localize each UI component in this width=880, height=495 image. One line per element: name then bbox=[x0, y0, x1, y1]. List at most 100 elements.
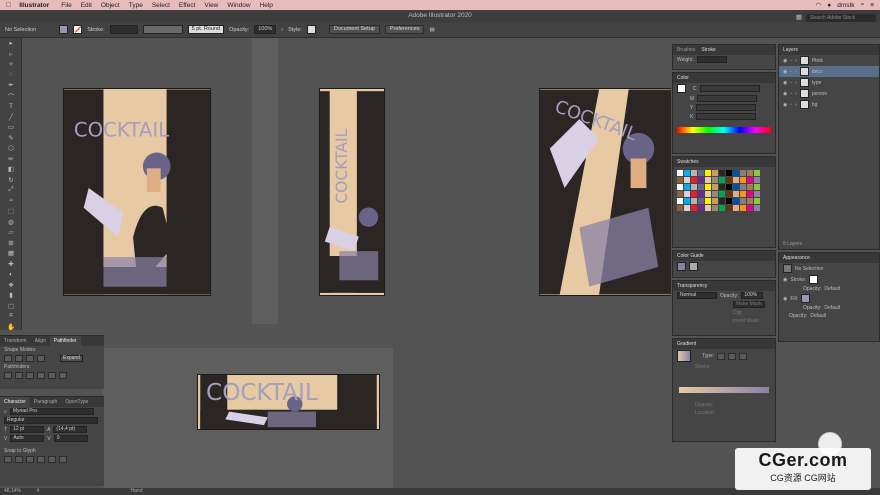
swatch[interactable] bbox=[691, 205, 697, 211]
swatch[interactable] bbox=[698, 205, 704, 211]
zoom-level[interactable]: 48,14% bbox=[4, 488, 21, 494]
guide-base-swatch[interactable] bbox=[677, 262, 686, 271]
eye-icon[interactable]: ◉ bbox=[783, 58, 787, 64]
swatch[interactable] bbox=[712, 184, 718, 190]
stock-search-input[interactable]: Search Adobe Stock bbox=[806, 14, 876, 22]
swatch[interactable] bbox=[677, 177, 683, 183]
swatch[interactable] bbox=[719, 177, 725, 183]
stroke-swatch[interactable] bbox=[73, 25, 83, 34]
tab-character[interactable]: Character bbox=[0, 397, 30, 407]
layer-row[interactable]: ◉ ▫ › type bbox=[779, 77, 879, 88]
rectangle-tool-icon[interactable]: ▭ bbox=[0, 122, 22, 133]
menu-file[interactable]: File bbox=[61, 2, 71, 9]
swatch[interactable] bbox=[733, 184, 739, 190]
graph-tool-icon[interactable]: ▮ bbox=[0, 290, 22, 301]
opacity-field[interactable]: 100% bbox=[254, 25, 277, 34]
layer-name[interactable]: type bbox=[812, 80, 821, 86]
apple-icon[interactable]:  bbox=[6, 2, 11, 9]
preferences-button[interactable]: Preferences bbox=[384, 25, 425, 34]
swatch[interactable] bbox=[726, 177, 732, 183]
font-style-field[interactable]: Regular bbox=[4, 417, 98, 424]
swatch[interactable] bbox=[691, 177, 697, 183]
variable-width-profile[interactable] bbox=[142, 25, 183, 34]
yellow-slider[interactable] bbox=[696, 104, 757, 111]
swatch[interactable] bbox=[747, 191, 753, 197]
clip-checkbox[interactable]: Clip bbox=[733, 310, 742, 316]
magenta-slider[interactable] bbox=[697, 95, 758, 102]
snap-proximity-icon[interactable] bbox=[37, 456, 45, 463]
user-name[interactable]: dmstk bbox=[837, 2, 854, 9]
exclude-icon[interactable] bbox=[37, 355, 45, 362]
menu-type[interactable]: Type bbox=[129, 2, 143, 9]
menu-effect[interactable]: Effect bbox=[179, 2, 196, 9]
swatch[interactable] bbox=[712, 177, 718, 183]
selection-tool-icon[interactable]: ▸ bbox=[0, 38, 22, 49]
swatch[interactable] bbox=[733, 170, 739, 176]
swatch[interactable] bbox=[740, 198, 746, 204]
free-transform-tool-icon[interactable]: ⬚ bbox=[0, 206, 22, 217]
chevron-right-icon[interactable]: › bbox=[795, 69, 797, 75]
swatch[interactable] bbox=[754, 170, 760, 176]
black-slider[interactable] bbox=[696, 113, 757, 120]
artboard-4[interactable]: COCKTAIL bbox=[197, 374, 380, 430]
swatch[interactable] bbox=[691, 198, 697, 204]
eye-icon[interactable]: ◉ bbox=[783, 91, 787, 97]
lasso-tool-icon[interactable]: ◌ bbox=[0, 70, 22, 81]
snap-angular-icon[interactable] bbox=[48, 456, 56, 463]
transparency-opacity-field[interactable]: 100% bbox=[741, 292, 764, 299]
swatch[interactable] bbox=[740, 205, 746, 211]
intersect-icon[interactable] bbox=[26, 355, 34, 362]
invert-mask-checkbox[interactable]: Invert Mask bbox=[733, 318, 759, 324]
swatch[interactable] bbox=[726, 205, 732, 211]
chevron-right-icon[interactable]: › bbox=[795, 58, 797, 64]
swatch[interactable] bbox=[712, 205, 718, 211]
curvature-tool-icon[interactable]: ⌒ bbox=[0, 91, 22, 102]
paintbrush-tool-icon[interactable]: ✎ bbox=[0, 133, 22, 144]
artboard-number[interactable]: 4 bbox=[36, 488, 39, 494]
swatch[interactable] bbox=[719, 170, 725, 176]
merge-icon[interactable] bbox=[26, 372, 34, 379]
swatch[interactable] bbox=[719, 191, 725, 197]
swatch[interactable] bbox=[677, 170, 683, 176]
style-swatch[interactable] bbox=[306, 25, 316, 34]
stroke-weight-field[interactable] bbox=[109, 25, 138, 34]
swatch[interactable] bbox=[747, 205, 753, 211]
magic-wand-tool-icon[interactable]: ✧ bbox=[0, 59, 22, 70]
swatch[interactable] bbox=[747, 177, 753, 183]
swatch[interactable] bbox=[726, 184, 732, 190]
swatch[interactable] bbox=[684, 177, 690, 183]
swatch[interactable] bbox=[691, 184, 697, 190]
swatch[interactable] bbox=[698, 198, 704, 204]
mesh-tool-icon[interactable]: ⊞ bbox=[0, 238, 22, 249]
swatch[interactable] bbox=[705, 205, 711, 211]
swatch[interactable] bbox=[691, 191, 697, 197]
swatch[interactable] bbox=[712, 191, 718, 197]
tab-brushes[interactable]: Brushes bbox=[677, 45, 695, 55]
font-size-field[interactable]: 12 pt bbox=[10, 426, 45, 433]
swatch[interactable] bbox=[677, 184, 683, 190]
swatch[interactable] bbox=[691, 170, 697, 176]
menu-edit[interactable]: Edit bbox=[81, 2, 92, 9]
minus-back-icon[interactable] bbox=[59, 372, 67, 379]
color-spectrum[interactable] bbox=[677, 127, 771, 133]
chevron-right-icon[interactable]: › bbox=[795, 102, 797, 108]
swatch[interactable] bbox=[698, 184, 704, 190]
appearance-global-opacity[interactable]: Default bbox=[810, 313, 826, 319]
swatch[interactable] bbox=[698, 170, 704, 176]
symbol-tool-icon[interactable]: ❖ bbox=[0, 280, 22, 291]
swatch[interactable] bbox=[705, 184, 711, 190]
make-mask-button[interactable]: Make Mask bbox=[733, 301, 765, 308]
swatch[interactable] bbox=[705, 170, 711, 176]
minus-front-icon[interactable] bbox=[15, 355, 23, 362]
tab-transform[interactable]: Transform bbox=[0, 336, 31, 346]
gradient-thumbnail[interactable] bbox=[677, 350, 691, 362]
layer-row[interactable]: ◉ ▫ › bg bbox=[779, 99, 879, 110]
freeform-gradient-icon[interactable] bbox=[739, 352, 748, 360]
swatch[interactable] bbox=[754, 177, 760, 183]
weight-field[interactable] bbox=[696, 56, 727, 63]
unite-icon[interactable] bbox=[4, 355, 12, 362]
gradient-slider[interactable] bbox=[679, 387, 769, 393]
crop-icon[interactable] bbox=[37, 372, 45, 379]
tab-stroke[interactable]: Stroke bbox=[701, 45, 715, 55]
swatch[interactable] bbox=[698, 177, 704, 183]
